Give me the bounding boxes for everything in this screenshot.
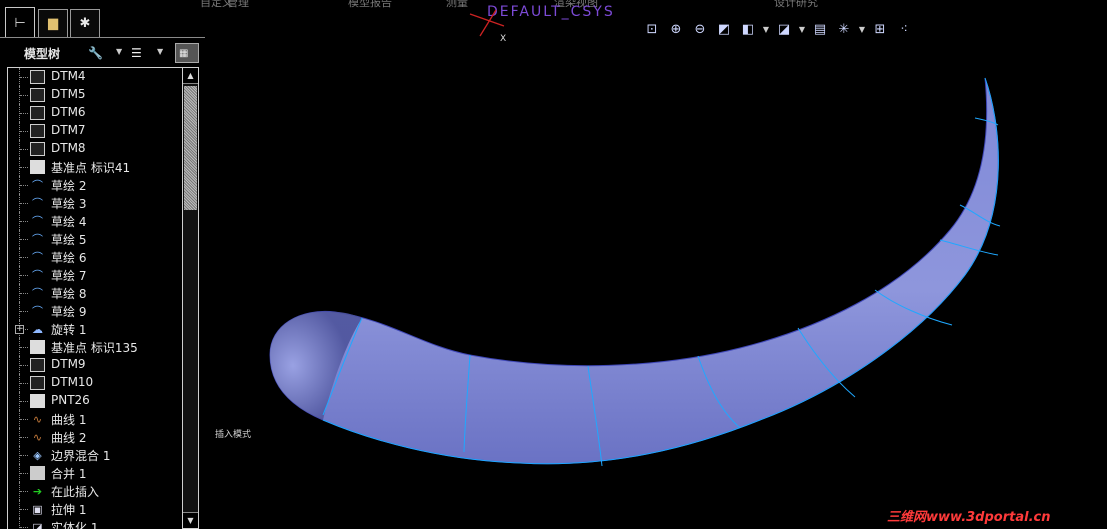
watermark: 三维网www.3dportal.cn [887,510,1051,525]
3d-viewport[interactable]: X [0,0,1107,529]
horn-model[interactable] [269,77,1001,467]
csys-marker: X [469,9,506,44]
insert-mode-label: 插入模式 [215,430,252,440]
csys-axis-label: X [500,34,506,44]
